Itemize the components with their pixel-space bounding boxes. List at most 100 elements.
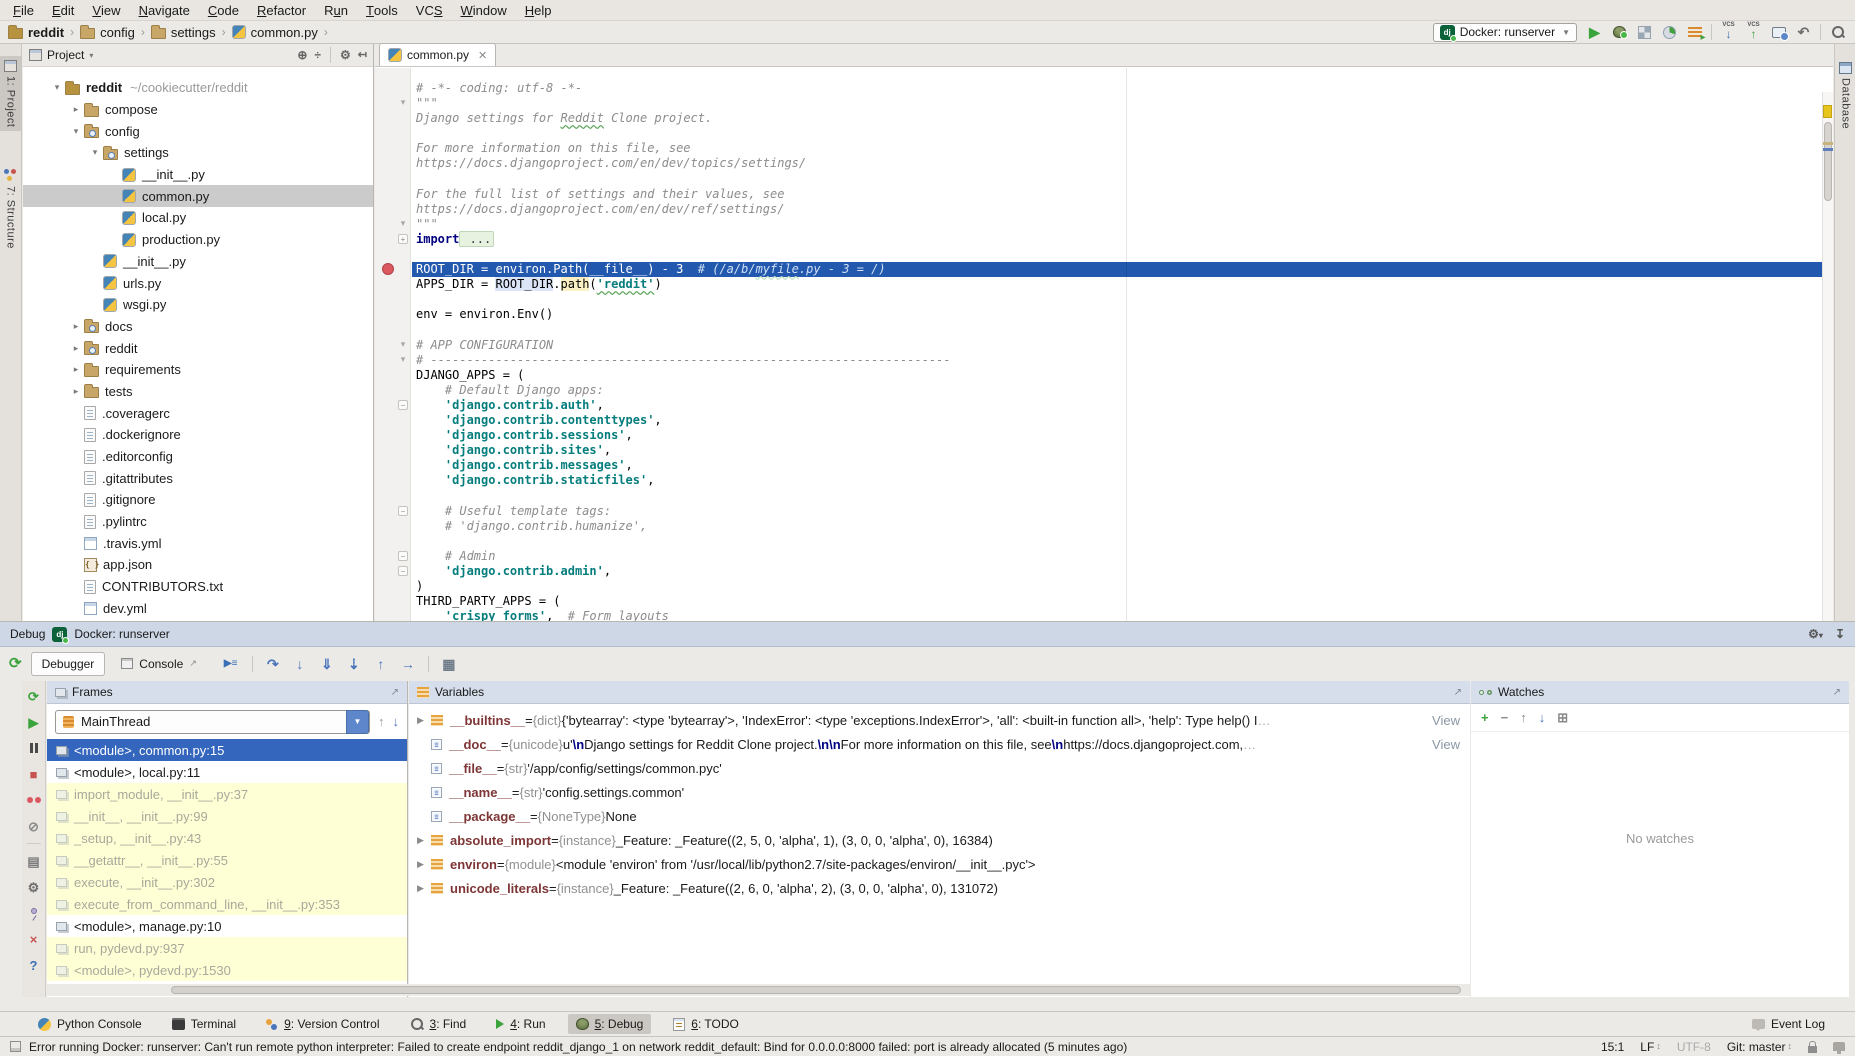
status-encoding[interactable]: UTF-8 xyxy=(1677,1040,1711,1054)
mute-breakpoints-button[interactable]: ⊘ xyxy=(28,817,39,835)
tree-item-wsgi-py[interactable]: wsgi.py xyxy=(23,294,373,316)
menu-item-run[interactable]: Run xyxy=(315,0,357,20)
panel-options-icon[interactable]: ↗ xyxy=(1454,687,1462,698)
stop-button[interactable]: ■ xyxy=(30,765,38,783)
frame-item[interactable]: <module>, local.py:11 xyxy=(47,761,407,783)
frame-item[interactable]: __getattr__, __init__.py:55 xyxy=(47,849,407,871)
status-lock[interactable] xyxy=(1808,1041,1817,1053)
search-everywhere-button[interactable] xyxy=(1827,22,1848,43)
status-caret-position[interactable]: 15:1 xyxy=(1601,1040,1624,1054)
pause-program-button[interactable] xyxy=(30,739,38,757)
fold-marker[interactable]: − xyxy=(398,551,408,561)
tree-item-pylintrc[interactable]: .pylintrc xyxy=(23,511,373,533)
menu-item-code[interactable]: Code xyxy=(199,0,248,20)
expand-arrow-icon[interactable]: ▶ xyxy=(417,859,431,870)
toolwindow-tab-4-run[interactable]: 4: Run xyxy=(488,1014,553,1034)
locate-file-icon[interactable]: ⊕ xyxy=(297,49,307,61)
profiler-button[interactable] xyxy=(1659,22,1680,43)
chevron-down-icon[interactable]: ▾ xyxy=(89,51,93,60)
toolwindow-tab-terminal[interactable]: Terminal xyxy=(164,1014,244,1034)
error-stripe-mark[interactable] xyxy=(1823,148,1833,151)
error-stripe-mark[interactable] xyxy=(1823,142,1833,145)
frame-up-icon[interactable]: ↑ xyxy=(378,715,385,728)
toolwindow-tab-5-debug[interactable]: 5: Debug xyxy=(568,1014,652,1034)
fold-marker[interactable]: − xyxy=(398,566,408,576)
duplicate-watch-button[interactable]: ⊞ xyxy=(1557,710,1568,725)
tree-item-dockerignore[interactable]: .dockerignore xyxy=(23,424,373,446)
show-execution-point-button[interactable] xyxy=(223,655,241,673)
local-history-button[interactable] xyxy=(1768,22,1789,43)
tree-item-gitignore[interactable]: .gitignore xyxy=(23,489,373,511)
toolwindow-tab-3-find[interactable]: 3: Find xyxy=(402,1014,475,1034)
help-button[interactable]: ? xyxy=(30,956,38,974)
move-watch-down-button[interactable]: ↓ xyxy=(1539,710,1546,725)
tree-item-dev-yml[interactable]: dev.yml xyxy=(23,598,373,620)
frame-item[interactable]: run, pydevd.py:937 xyxy=(47,937,407,959)
pin-tab-button[interactable] xyxy=(31,904,37,922)
variable-row-name[interactable]: __name__ = {str} 'config.settings.common… xyxy=(409,780,1470,804)
minimize-icon[interactable]: ↧ xyxy=(1835,628,1845,640)
restore-layout-button[interactable]: ▤ xyxy=(27,852,39,870)
tree-expand-arrow[interactable]: ▾ xyxy=(68,126,84,137)
thread-selector[interactable]: MainThread ▼ xyxy=(55,710,370,734)
menu-item-tools[interactable]: Tools xyxy=(357,0,407,20)
tree-item-editorconfig[interactable]: .editorconfig xyxy=(23,446,373,468)
tree-expand-arrow[interactable]: ▸ xyxy=(68,104,84,115)
menu-item-navigate[interactable]: Navigate xyxy=(130,0,199,20)
frame-item[interactable]: <module>, pydevd.py:1530 xyxy=(47,959,407,981)
move-watch-up-button[interactable]: ↑ xyxy=(1520,710,1527,725)
frame-item[interactable]: __init__, __init__.py:99 xyxy=(47,805,407,827)
fold-marker[interactable]: − xyxy=(398,400,408,410)
tool-tab-1-project[interactable]: 1: Project xyxy=(0,56,21,131)
variable-row-builtins[interactable]: ▶__builtins__ = {dict} {'bytearray': <ty… xyxy=(409,708,1470,732)
debug-button[interactable] xyxy=(1609,22,1630,43)
variable-row-environ[interactable]: ▶environ = {module} <module 'environ' fr… xyxy=(409,852,1470,876)
panel-options-icon[interactable]: ↗ xyxy=(1833,687,1841,698)
scrollbar-thumb[interactable] xyxy=(171,986,1461,994)
toolwindow-tab-python-console[interactable]: Python Console xyxy=(30,1014,150,1034)
tree-expand-arrow[interactable]: ▸ xyxy=(68,364,84,375)
tree-item-config[interactable]: ▾config xyxy=(23,120,373,142)
tool-tab-database[interactable]: Database xyxy=(1835,58,1855,133)
menu-item-vcs[interactable]: VCS xyxy=(407,0,452,20)
tree-item-reddit[interactable]: ▾reddit~/cookiecutter/reddit xyxy=(23,77,373,99)
tree-item-gitattributes[interactable]: .gitattributes xyxy=(23,467,373,489)
tree-expand-arrow[interactable]: ▸ xyxy=(68,386,84,397)
rerun-button[interactable]: ⟳ xyxy=(28,687,39,705)
add-watch-button[interactable]: + xyxy=(1481,710,1489,725)
frame-item[interactable]: <module>, common.py:15 xyxy=(47,739,407,761)
fold-marker[interactable]: ▾ xyxy=(398,98,408,108)
tool-tab-7-structure[interactable]: 7: Structure xyxy=(0,164,21,253)
frame-item[interactable]: import_module, __init__.py:37 xyxy=(47,783,407,805)
rerun-button[interactable]: ⟳ xyxy=(9,655,22,673)
menu-item-view[interactable]: View xyxy=(83,0,129,20)
variable-row-unicode-literals[interactable]: ▶unicode_literals = {instance} _Feature:… xyxy=(409,876,1470,900)
variable-row-doc[interactable]: __doc__ = {unicode} u'\nDjango settings … xyxy=(409,732,1470,756)
resume-program-button[interactable]: ▶ xyxy=(29,713,39,731)
show-coverage-data-button[interactable] xyxy=(1684,22,1705,43)
tree-item-coveragerc[interactable]: .coveragerc xyxy=(23,402,373,424)
status-git-branch[interactable]: Git: master↕ xyxy=(1727,1040,1792,1054)
fold-marker[interactable]: + xyxy=(398,234,408,244)
tree-item-settings[interactable]: ▾settings xyxy=(23,142,373,164)
commit-changes-button[interactable] xyxy=(1743,22,1764,43)
breadcrumb-item-common-py[interactable]: common.py xyxy=(232,25,318,40)
collapse-all-icon[interactable]: ÷ xyxy=(314,49,321,61)
variable-row-file[interactable]: __file__ = {str} '/app/config/settings/c… xyxy=(409,756,1470,780)
variable-row-absolute-import[interactable]: ▶absolute_import = {instance} _Feature: … xyxy=(409,828,1470,852)
tree-expand-arrow[interactable]: ▸ xyxy=(68,321,84,332)
view-breakpoints-button[interactable] xyxy=(27,791,41,809)
tab-debugger[interactable]: Debugger xyxy=(31,652,106,676)
expand-arrow-icon[interactable]: ▶ xyxy=(417,883,431,894)
tree-expand-arrow[interactable]: ▾ xyxy=(87,147,103,158)
close-icon[interactable]: ✕ xyxy=(478,49,487,62)
tree-item-tests[interactable]: ▸tests xyxy=(23,381,373,403)
run-config-selector[interactable]: Docker: runserver ▼ xyxy=(1433,23,1577,42)
close-button[interactable]: × xyxy=(30,930,38,948)
tree-item-docs[interactable]: ▸docs xyxy=(23,316,373,338)
expand-arrow-icon[interactable]: ▶ xyxy=(417,715,431,726)
menu-item-file[interactable]: File xyxy=(4,0,43,20)
tree-expand-arrow[interactable]: ▸ xyxy=(68,343,84,354)
tree-expand-arrow[interactable]: ▾ xyxy=(49,82,65,93)
view-link[interactable]: View xyxy=(1428,713,1460,728)
